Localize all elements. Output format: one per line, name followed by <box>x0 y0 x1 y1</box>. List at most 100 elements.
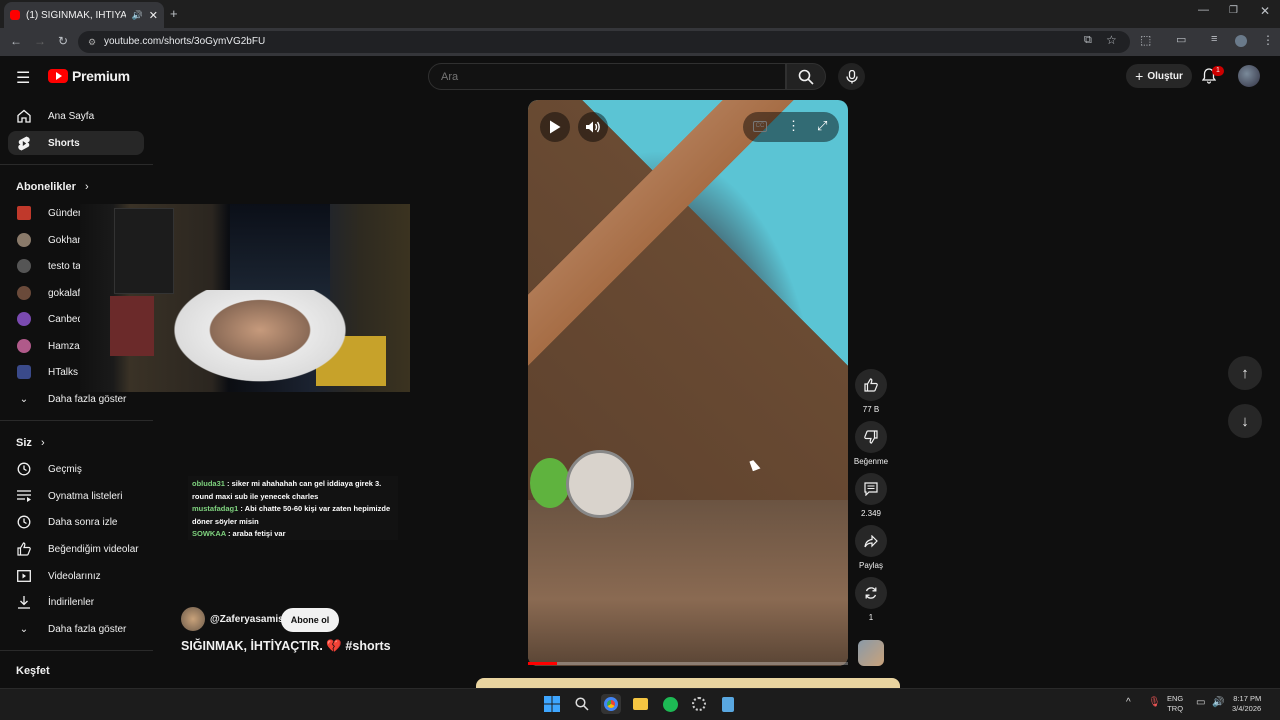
search-button[interactable] <box>786 63 826 90</box>
tray-microphone-icon[interactable]: 🎙 <box>1148 697 1161 708</box>
restore-icon[interactable]: ❐ <box>1229 5 1238 16</box>
chat-message: SOWKAA : araba fetişi var <box>192 528 394 541</box>
video-progress-bar[interactable] <box>528 662 848 665</box>
tray-chevron-icon[interactable]: ^ <box>1126 697 1131 708</box>
create-button[interactable]: + Oluştur <box>1126 64 1192 88</box>
windows-start-icon[interactable] <box>542 694 562 714</box>
dislike-label: Beğenme <box>853 457 889 466</box>
user-avatar[interactable] <box>1238 65 1260 87</box>
play-icon <box>550 120 561 134</box>
youtube-logo[interactable]: Premium <box>48 68 130 84</box>
speaker-icon[interactable]: 🔊 <box>132 10 143 21</box>
voice-search-button[interactable] <box>838 63 865 90</box>
video-tools: CC ⋮ ⤢ <box>743 112 839 142</box>
remix-button[interactable] <box>855 577 887 609</box>
share-action[interactable]: Paylaş <box>855 525 887 570</box>
chrome-taskbar-icon[interactable] <box>601 694 621 714</box>
sidebar-item-home[interactable]: Ana Sayfa <box>8 104 144 128</box>
comments-action[interactable]: 2.349 <box>855 473 887 518</box>
more-options-icon[interactable]: ⋮ <box>787 118 800 134</box>
back-icon[interactable]: ← <box>10 34 22 48</box>
next-short-button[interactable]: ↓ <box>1228 404 1262 438</box>
clock[interactable]: 8:17 PM 3/4/2026 <box>1232 694 1261 714</box>
browser-menu-icon[interactable]: ⋮ <box>1262 33 1274 47</box>
media-control-icon[interactable]: ≡ <box>1211 33 1217 45</box>
bookmark-star-icon[interactable]: ☆ <box>1106 33 1117 47</box>
language-indicator[interactable]: ENG TRQ <box>1167 694 1183 714</box>
sidebar-item-label: Canbeq <box>48 313 84 325</box>
channel-avatar <box>17 206 31 220</box>
notepad-icon[interactable] <box>718 694 738 714</box>
like-button[interactable] <box>855 369 887 401</box>
forward-icon[interactable]: → <box>34 34 46 48</box>
new-tab-icon[interactable]: + <box>170 6 178 21</box>
comments-button[interactable] <box>855 473 887 505</box>
clock-date: 3/4/2026 <box>1232 704 1262 713</box>
previous-short-button[interactable]: ↑ <box>1228 356 1262 390</box>
sidebar-item-label: Ana Sayfa <box>48 110 95 122</box>
channel-avatar <box>17 339 31 353</box>
cast-icon[interactable]: ▭ <box>1176 33 1186 46</box>
share-icon <box>864 534 878 547</box>
subscribe-button[interactable]: Abone ol <box>281 608 339 632</box>
volume-button[interactable] <box>578 112 608 142</box>
fullscreen-icon[interactable]: ⤢ <box>817 118 827 134</box>
sidebar-show-more[interactable]: ⌄ Daha fazla göster <box>8 617 144 641</box>
sidebar-item-label: Geçmiş <box>48 463 82 475</box>
spotify-icon[interactable] <box>660 694 680 714</box>
channel-thumbnail[interactable] <box>858 640 884 666</box>
chat-text: : araba fetişi var <box>225 529 286 538</box>
address-bar[interactable]: ⚙ youtube.com/shorts/3oGymVG2bFU <box>78 31 1130 53</box>
microphone-icon <box>845 69 858 83</box>
tray-volume-icon[interactable]: 🔊 <box>1212 697 1224 708</box>
sidebar-item-watch-later[interactable]: Daha sonra izle <box>8 510 144 534</box>
clock-time: 8:17 PM <box>1233 694 1262 703</box>
chat-username: obluda31 <box>192 479 225 488</box>
sidebar-item-label: Daha fazla göster <box>48 623 127 635</box>
chat-username: SOWKAA <box>192 529 226 538</box>
short-video-player[interactable] <box>528 100 848 666</box>
hamburger-menu-icon[interactable]: ☰ <box>16 68 30 88</box>
extensions-icon[interactable]: ⬚ <box>1140 33 1151 47</box>
explore-section-title: Keşfet <box>16 665 50 677</box>
remix-action[interactable]: 1 <box>855 577 887 622</box>
channel-avatar[interactable] <box>181 607 205 631</box>
sidebar-item-history[interactable]: Geçmiş <box>8 457 144 481</box>
sidebar-item-your-videos[interactable]: Videolarınız <box>8 564 144 588</box>
file-explorer-icon[interactable] <box>630 694 650 714</box>
dislike-button[interactable] <box>855 421 887 453</box>
captions-icon[interactable]: CC <box>753 121 767 132</box>
arrow-down-icon: ↓ <box>1241 412 1249 430</box>
sidebar-item-label: Oynatma listeleri <box>48 490 123 502</box>
home-icon <box>16 108 32 124</box>
install-icon[interactable]: ⧉ <box>1084 34 1092 47</box>
channel-name[interactable]: @Zaferyasamis <box>210 614 284 625</box>
app-taskbar-icon[interactable] <box>689 694 709 714</box>
taskbar-search-icon[interactable] <box>572 694 592 714</box>
close-tab-icon[interactable]: ✕ <box>149 9 158 22</box>
network-icon[interactable]: ▭ <box>1196 697 1205 708</box>
site-info-icon[interactable]: ⚙ <box>88 31 96 53</box>
you-section-title[interactable]: Siz › <box>16 437 45 449</box>
browser-tab-bar: (1) SIĞINMAK, İHTİYAÇTIR. 🔊 ✕ + — ❐ ✕ <box>0 0 1280 28</box>
reload-icon[interactable]: ↻ <box>58 34 68 48</box>
dislike-action[interactable]: Beğenme <box>851 421 891 466</box>
search-input[interactable] <box>428 63 786 90</box>
play-button[interactable] <box>540 112 570 142</box>
share-button[interactable] <box>855 525 887 557</box>
sidebar-item-shorts[interactable]: Shorts <box>8 131 144 155</box>
sidebar-item-liked-videos[interactable]: Beğendiğim videolar <box>8 537 144 561</box>
minimize-icon[interactable]: — <box>1198 4 1209 16</box>
sidebar-item-downloads[interactable]: İndirilenler <box>8 590 144 614</box>
sidebar-item-playlists[interactable]: Oynatma listeleri <box>8 484 144 508</box>
poster-image <box>110 296 154 356</box>
like-action[interactable]: 77 B <box>855 369 887 414</box>
thumbs-up-icon <box>864 378 878 392</box>
browser-tab[interactable]: (1) SIĞINMAK, İHTİYAÇTIR. 🔊 ✕ <box>4 2 164 28</box>
close-window-icon[interactable]: ✕ <box>1260 4 1270 18</box>
comment-count: 2.349 <box>860 509 882 518</box>
profile-icon[interactable] <box>1235 35 1247 47</box>
lang-line2: TRQ <box>1167 704 1184 713</box>
chevron-down-icon: ⌄ <box>19 623 29 635</box>
subscriptions-section-title[interactable]: Abonelikler › <box>16 181 89 193</box>
